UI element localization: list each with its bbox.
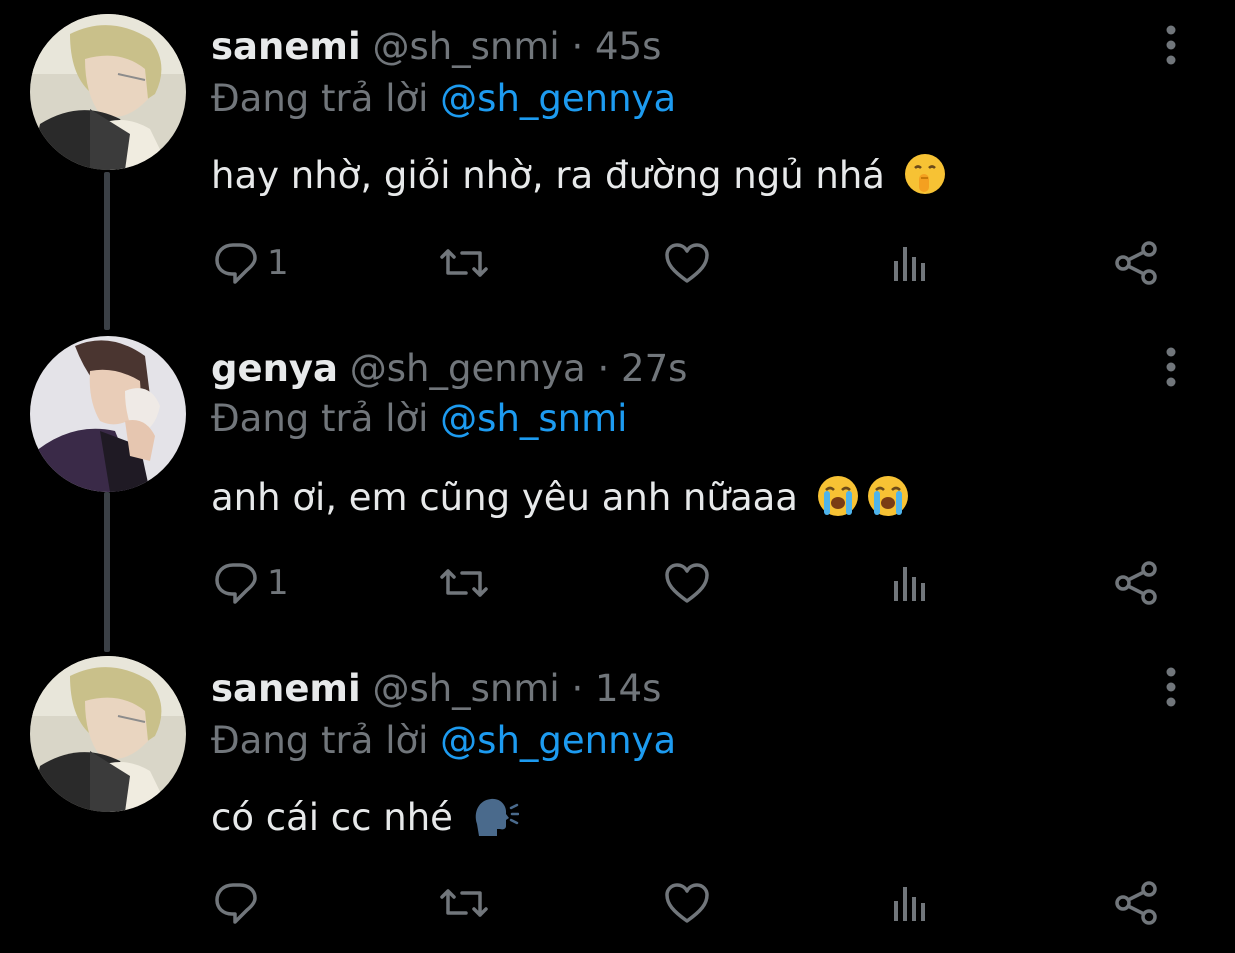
replying-to: Đang trả lời @sh_gennya [211, 718, 676, 764]
retweet-button[interactable] [438, 878, 490, 928]
more-options-icon[interactable] [1158, 666, 1184, 710]
reply-icon [215, 243, 257, 284]
share-button[interactable] [1113, 878, 1161, 928]
like-button[interactable] [663, 558, 711, 608]
reply-count: 1 [267, 243, 289, 283]
timestamp[interactable]: 14s [595, 667, 661, 710]
retweet-button[interactable] [438, 238, 490, 288]
tweet-body: anh ơi, em cũng yêu anh nữaaa [211, 476, 798, 519]
more-options-icon[interactable] [1158, 24, 1184, 68]
tweet-header: sanemi @sh_snmi · 45s [211, 24, 661, 70]
user-handle[interactable]: @sh_snmi [372, 25, 559, 68]
tweet[interactable]: sanemi @sh_snmi · 14s Đang trả lời @sh_g… [0, 642, 1235, 953]
display-name[interactable]: genya [211, 347, 338, 390]
retweet-icon [440, 569, 488, 597]
tweet[interactable]: sanemi @sh_snmi · 45s Đang trả lời @sh_g… [0, 0, 1235, 320]
tweet-actions [0, 878, 1235, 928]
like-button[interactable] [663, 238, 711, 288]
mention-link[interactable]: @sh_gennya [440, 77, 676, 120]
retweet-icon [440, 889, 488, 917]
tweet-body: có cái cc nhé [211, 796, 453, 839]
timestamp[interactable]: 45s [595, 25, 661, 68]
reply-icon [215, 563, 257, 604]
replying-to: Đang trả lời @sh_gennya [211, 76, 676, 122]
replying-to-label: Đang trả lời [211, 719, 429, 762]
retweet-icon [440, 249, 488, 277]
tweet-header: sanemi @sh_snmi · 14s [211, 666, 661, 712]
display-name[interactable]: sanemi [211, 667, 361, 710]
display-name[interactable]: sanemi [211, 25, 361, 68]
bar-chart-icon [894, 567, 925, 601]
loudly-crying-face-emoji-icon [816, 474, 912, 529]
tweet-text: hay nhờ, giỏi nhờ, ra đường ngủ nhá [211, 152, 947, 207]
heart-icon [665, 243, 709, 283]
tweet-text: anh ơi, em cũng yêu anh nữaaa [211, 474, 912, 529]
tweet[interactable]: genya @sh_gennya · 27s Đang trả lời @sh_… [0, 322, 1235, 642]
avatar[interactable] [30, 14, 186, 170]
separator-dot: · [571, 667, 584, 710]
avatar[interactable] [30, 656, 186, 812]
avatar[interactable] [30, 336, 186, 492]
reply-button[interactable]: 1 [213, 238, 289, 288]
more-options-icon[interactable] [1158, 346, 1184, 390]
shushing-face-emoji-icon [903, 152, 947, 207]
share-button[interactable] [1113, 558, 1161, 608]
replying-to-label: Đang trả lời [211, 397, 429, 440]
mention-link[interactable]: @sh_snmi [440, 397, 627, 440]
share-icon [1115, 561, 1157, 605]
tweet-actions: 1 [0, 558, 1235, 608]
user-handle[interactable]: @sh_gennya [350, 347, 586, 390]
speaking-head-emoji-icon [471, 794, 519, 849]
reply-button[interactable] [213, 878, 267, 928]
reply-button[interactable]: 1 [213, 558, 289, 608]
tweet-header: genya @sh_gennya · 27s [211, 346, 687, 392]
tweet-actions: 1 [0, 238, 1235, 288]
share-icon [1115, 881, 1157, 925]
heart-icon [665, 563, 709, 603]
share-button[interactable] [1113, 238, 1161, 288]
share-icon [1115, 241, 1157, 285]
bar-chart-icon [894, 887, 925, 921]
like-button[interactable] [663, 878, 711, 928]
timestamp[interactable]: 27s [621, 347, 687, 390]
tweet-text: có cái cc nhé [211, 794, 519, 849]
heart-icon [665, 883, 709, 923]
user-handle[interactable]: @sh_snmi [372, 667, 559, 710]
replying-to-label: Đang trả lời [211, 77, 429, 120]
views-button[interactable] [890, 238, 934, 288]
mention-link[interactable]: @sh_gennya [440, 719, 676, 762]
bar-chart-icon [894, 247, 925, 281]
reply-icon [215, 883, 257, 924]
separator-dot: · [571, 25, 584, 68]
views-button[interactable] [890, 558, 934, 608]
reply-count: 1 [267, 563, 289, 603]
separator-dot: · [597, 347, 610, 390]
retweet-button[interactable] [438, 558, 490, 608]
tweet-body: hay nhờ, giỏi nhờ, ra đường ngủ nhá [211, 154, 885, 197]
replying-to: Đang trả lời @sh_snmi [211, 396, 627, 442]
views-button[interactable] [890, 878, 934, 928]
